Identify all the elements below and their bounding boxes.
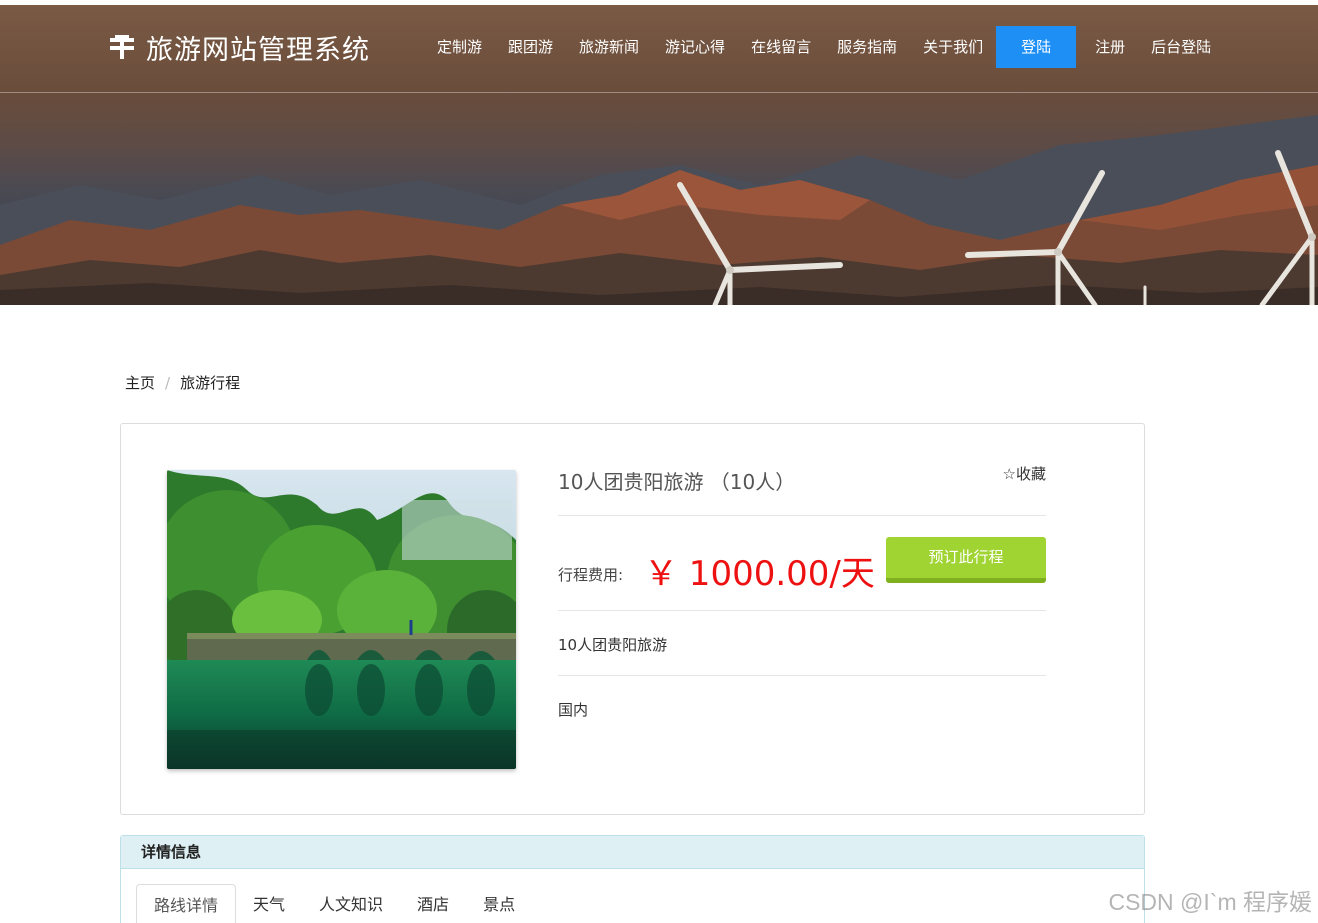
tour-product-card: 10人团贵阳旅游 （10人） ☆收藏 行程费用: ￥ 1000.00/天 预订此…: [120, 423, 1145, 815]
tab-route-details[interactable]: 路线详情: [136, 884, 237, 923]
admin-login-link[interactable]: 后台登陆: [1138, 26, 1224, 68]
tour-region: 国内: [558, 701, 589, 719]
nav-item-travel-news[interactable]: 旅游新闻: [566, 26, 652, 68]
nav-links: 定制游 跟团游 旅游新闻 游记心得 在线留言 服务指南 关于我们 登陆 注册 后…: [424, 26, 1224, 68]
region-row: 国内: [558, 676, 1046, 741]
nav-item-group-tour[interactable]: 跟团游: [495, 26, 566, 68]
watermark: CSDN @I`m 程序媛: [1108, 889, 1312, 915]
brand[interactable]: 旅游网站管理系统: [108, 27, 370, 67]
login-button[interactable]: 登陆: [996, 26, 1077, 68]
tab-hotel[interactable]: 酒店: [400, 884, 466, 923]
logo-icon: [110, 35, 134, 59]
register-link[interactable]: 注册: [1082, 26, 1138, 68]
nav-divider: [0, 92, 1318, 93]
book-tour-button[interactable]: 预订此行程: [886, 537, 1046, 583]
nav-item-travel-notes[interactable]: 游记心得: [652, 26, 738, 68]
nav-item-custom-tour[interactable]: 定制游: [424, 26, 495, 68]
tour-title: 10人团贵阳旅游 （10人）: [558, 470, 796, 494]
hero-banner: 旅游网站管理系统 定制游 跟团游 旅游新闻 游记心得 在线留言 服务指南 关于我…: [0, 5, 1318, 305]
breadcrumb-home[interactable]: 主页: [125, 372, 155, 393]
tab-culture[interactable]: 人文知识: [302, 884, 400, 923]
title-row: 10人团贵阳旅游 （10人） ☆收藏: [558, 454, 1046, 516]
tour-info: 10人团贵阳旅游 （10人） ☆收藏 行程费用: ￥ 1000.00/天 预订此…: [558, 454, 1046, 741]
price-row: 行程费用: ￥ 1000.00/天 预订此行程: [558, 516, 1046, 611]
favorite-button[interactable]: ☆收藏: [1003, 463, 1046, 484]
details-panel: 详情信息 路线详情 天气 人文知识 酒店 景点: [120, 835, 1145, 923]
price-value: ￥ 1000.00/天: [644, 554, 875, 594]
breadcrumb: 主页 / 旅游行程: [125, 372, 240, 393]
top-navbar: 旅游网站管理系统 定制游 跟团游 旅游新闻 游记心得 在线留言 服务指南 关于我…: [0, 5, 1318, 93]
details-tabs: 路线详情 天气 人文知识 酒店 景点: [136, 884, 532, 923]
tab-attractions[interactable]: 景点: [466, 884, 532, 923]
nav-item-online-message[interactable]: 在线留言: [738, 26, 824, 68]
tour-photo-image: [167, 470, 516, 769]
tab-weather[interactable]: 天气: [236, 884, 302, 923]
brand-title: 旅游网站管理系统: [146, 34, 370, 66]
nav-item-service-guide[interactable]: 服务指南: [824, 26, 910, 68]
tour-photo: [167, 470, 516, 769]
tour-description: 10人团贵阳旅游: [558, 636, 668, 654]
breadcrumb-separator: /: [165, 373, 171, 392]
price-label: 行程费用:: [558, 566, 624, 584]
description-row: 10人团贵阳旅游: [558, 611, 1046, 676]
breadcrumb-current: 旅游行程: [180, 374, 241, 392]
nav-item-about-us[interactable]: 关于我们: [910, 26, 996, 68]
details-heading: 详情信息: [121, 836, 1144, 869]
